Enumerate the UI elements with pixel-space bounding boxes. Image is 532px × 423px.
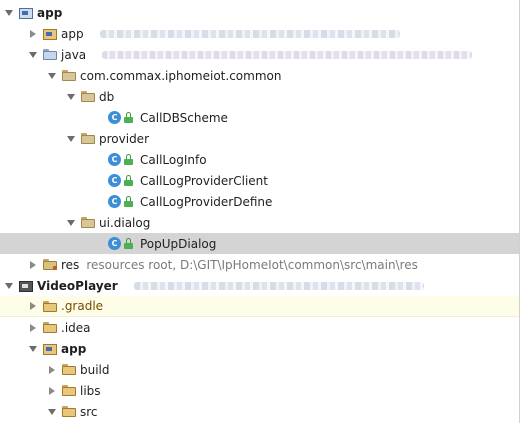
tree-node-idea[interactable]: .idea (0, 317, 519, 338)
chevron-down-icon[interactable] (64, 128, 77, 149)
folder-icon (62, 385, 76, 396)
tree-node-ui-dialog[interactable]: ui.dialog (0, 212, 519, 233)
tree-node-video-player[interactable]: VideoPlayer (0, 275, 519, 296)
tree-node-popup-dialog[interactable]: C PopUpDialog (0, 233, 519, 254)
tree-node-label: build (80, 362, 110, 377)
tree-node-call-log-info[interactable]: C CallLogInfo (0, 149, 519, 170)
package-icon (81, 133, 95, 144)
tree-node-label: java (61, 47, 87, 62)
tree-node-label: CallLogProviderDefine (140, 194, 273, 209)
tree-node-app-module[interactable]: app (0, 23, 519, 44)
tree-node-app-root[interactable]: app (0, 2, 519, 23)
lock-icon (124, 153, 133, 166)
class-icon: C (108, 174, 121, 187)
tree-node-package-common[interactable]: com.commax.iphomeiot.common (0, 65, 519, 86)
chevron-down-icon[interactable] (64, 212, 77, 233)
class-icon: C (108, 111, 121, 124)
chevron-right-icon[interactable] (26, 254, 39, 275)
tree-node-db[interactable]: db (0, 86, 519, 107)
chevron-down-icon[interactable] (64, 86, 77, 107)
tree-node-label: db (99, 89, 115, 104)
tree-node-provider[interactable]: provider (0, 128, 519, 149)
tree-node-label: com.commax.iphomeiot.common (80, 68, 282, 83)
tree-node-call-db-scheme[interactable]: C CallDBScheme (0, 107, 519, 128)
tree-node-label: app (61, 26, 84, 41)
tree-node-label: .idea (61, 320, 91, 335)
source-folder-icon (43, 49, 57, 60)
class-icon: C (108, 195, 121, 208)
lock-icon (124, 174, 133, 187)
chevron-right-icon[interactable] (26, 296, 39, 316)
tree-node-res[interactable]: res resources root, D:\GIT\IpHomeIot\com… (0, 254, 519, 275)
tree-node-java[interactable]: java (0, 44, 519, 65)
redacted-text (133, 281, 424, 290)
tree-node-label: res (61, 257, 80, 272)
tree-node-label: app (61, 341, 87, 356)
tree-node-libs[interactable]: libs (0, 380, 519, 401)
folder-icon (43, 322, 57, 333)
chevron-down-icon[interactable] (2, 2, 15, 23)
chevron-down-icon[interactable] (2, 275, 15, 296)
tree-node-label: provider (99, 131, 149, 146)
redacted-text (99, 29, 400, 38)
folder-icon (43, 300, 57, 312)
tree-node-label: src (80, 404, 98, 419)
package-icon (81, 91, 95, 102)
chevron-down-icon[interactable] (45, 65, 58, 86)
tree-node-gradle[interactable]: .gradle (0, 296, 519, 317)
class-icon: C (108, 153, 121, 166)
chevron-down-icon[interactable] (45, 401, 58, 422)
chevron-right-icon[interactable] (45, 359, 58, 380)
package-icon (81, 217, 95, 228)
tree-node-label: PopUpDialog (140, 236, 217, 251)
chevron-right-icon[interactable] (26, 317, 39, 338)
lock-icon (124, 111, 133, 124)
tree-node-label: ui.dialog (99, 215, 151, 230)
tree-node-label: CallDBScheme (140, 110, 228, 125)
tree-node-vp-app[interactable]: app (0, 338, 519, 359)
tree-node-label: VideoPlayer (37, 278, 118, 293)
tree-node-label: app (37, 5, 63, 20)
tree-node-build[interactable]: build (0, 359, 519, 380)
chevron-down-icon[interactable] (26, 338, 39, 359)
tree-node-label: CallLogInfo (140, 152, 207, 167)
redacted-text (102, 50, 473, 59)
project-icon (19, 280, 33, 292)
tree-node-label: CallLogProviderClient (140, 173, 268, 188)
lock-icon (124, 237, 133, 250)
module-icon (43, 343, 57, 355)
module-icon (43, 28, 57, 40)
chevron-down-icon[interactable] (26, 44, 39, 65)
tree-node-call-log-provider-define[interactable]: C CallLogProviderDefine (0, 191, 519, 212)
package-icon (62, 70, 76, 81)
lock-icon (124, 195, 133, 208)
vertical-scrollbar[interactable] (519, 0, 532, 423)
tree-node-src[interactable]: src (0, 401, 519, 422)
folder-icon (62, 364, 76, 375)
tree-node-description: resources root, D:\GIT\IpHomeIot\common\… (86, 257, 418, 272)
scrollbar-thumb[interactable] (523, 0, 529, 262)
tree-node-call-log-provider-client[interactable]: C CallLogProviderClient (0, 170, 519, 191)
folder-icon (62, 406, 76, 417)
resources-folder-icon (43, 259, 57, 270)
tree-node-label: .gradle (61, 299, 104, 313)
project-tree: app app java com.commax.iphomeiot.common… (0, 0, 532, 423)
class-icon: C (108, 237, 121, 250)
tree-node-label: libs (80, 383, 101, 398)
chevron-right-icon[interactable] (26, 23, 39, 44)
chevron-right-icon[interactable] (45, 380, 58, 401)
module-icon (19, 7, 33, 19)
